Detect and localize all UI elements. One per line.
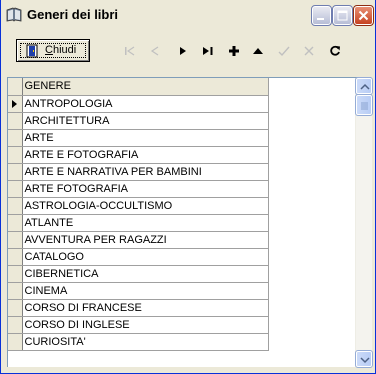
maximize-icon [337, 10, 348, 21]
table-row[interactable]: ANTROPOLOGIA [8, 95, 269, 113]
genre-cell[interactable]: CATALOGO [22, 248, 269, 266]
table-row[interactable]: ASTROLOGIA-OCCULTISMO [8, 197, 269, 215]
table-row[interactable]: CORSO DI FRANCESE [8, 299, 269, 317]
current-row-pointer-icon [12, 99, 17, 108]
table-row[interactable]: AVVENTURA PER RAGAZZI [8, 231, 269, 249]
genre-cell[interactable]: ARCHITETTURA [22, 112, 269, 130]
chiudi-button[interactable]: Chiudi [16, 39, 90, 62]
genre-cell[interactable]: CORSO DI INGLESE [22, 316, 269, 334]
genre-cell[interactable]: CORSO DI FRANCESE [22, 299, 269, 317]
genre-cell[interactable]: ARTE FOTOGRAFIA [22, 180, 269, 198]
scroll-up-button[interactable] [355, 77, 373, 95]
delete-record-icon[interactable] [252, 45, 264, 57]
genre-cell[interactable]: ANTROPOLOGIA [22, 95, 269, 113]
row-selector[interactable] [8, 316, 23, 334]
row-selector[interactable] [8, 231, 23, 249]
close-icon [358, 10, 369, 21]
add-record-icon[interactable] [228, 45, 240, 57]
chiudi-label: Chiudi [45, 44, 77, 56]
exit-door-icon [26, 44, 38, 58]
last-record-icon[interactable] [202, 45, 214, 57]
genre-cell[interactable]: ARTE E FOTOGRAFIA [22, 146, 269, 164]
refresh-icon[interactable] [329, 45, 341, 57]
table-row[interactable]: CORSO DI INGLESE [8, 316, 269, 334]
arrow-up-icon [360, 83, 370, 90]
previous-record-icon[interactable] [149, 45, 161, 57]
table-row[interactable]: ARTE [8, 129, 269, 147]
cancel-edit-icon[interactable] [303, 45, 315, 57]
table-row[interactable]: CURIOSITA' [8, 333, 269, 351]
arrow-down-icon [360, 357, 370, 364]
genre-cell[interactable]: ARTE E NARRATIVA PER BAMBINI [22, 163, 269, 181]
row-selector[interactable] [8, 129, 23, 147]
table-row[interactable]: ARTE E NARRATIVA PER BAMBINI [8, 163, 269, 181]
genre-cell[interactable]: CURIOSITA' [22, 333, 269, 351]
scrollbar-thumb[interactable] [355, 94, 373, 116]
row-selector[interactable] [8, 299, 23, 317]
genre-cell[interactable]: ASTROLOGIA-OCCULTISMO [22, 197, 269, 215]
title-bar[interactable]: Generi dei libri [1, 0, 375, 30]
row-selector[interactable] [8, 146, 23, 164]
row-selector[interactable] [8, 282, 23, 300]
row-selector[interactable] [8, 197, 23, 215]
book-icon [6, 7, 22, 22]
table-row[interactable]: CATALOGO [8, 248, 269, 266]
table-row[interactable]: CINEMA [8, 282, 269, 300]
genre-cell[interactable]: ARTE [22, 129, 269, 147]
grip-icon [361, 102, 368, 110]
table-row[interactable]: ATLANTE [8, 214, 269, 232]
header-row: GENERE [8, 78, 269, 96]
row-selector[interactable] [8, 333, 23, 351]
scroll-down-button[interactable] [355, 350, 373, 368]
genre-cell[interactable]: AVVENTURA PER RAGAZZI [22, 231, 269, 249]
close-window-button[interactable] [353, 5, 374, 26]
row-selector[interactable] [8, 112, 23, 130]
vertical-scrollbar[interactable] [355, 77, 373, 368]
window: Generi dei libri Chiudi GENERE ANTROPOLO… [0, 0, 376, 374]
genre-table: GENERE ANTROPOLOGIA ARCHITETTURA ARTE ARTE … [8, 78, 269, 351]
genre-cell[interactable]: CINEMA [22, 282, 269, 300]
table-row[interactable]: ARTE FOTOGRAFIA [8, 180, 269, 198]
row-selector[interactable] [8, 180, 23, 198]
minimize-icon [317, 18, 324, 20]
row-selector[interactable] [8, 163, 23, 181]
header-selector-cell [8, 78, 23, 96]
genre-cell[interactable]: ATLANTE [22, 214, 269, 232]
minimize-button[interactable] [311, 5, 332, 26]
first-record-icon[interactable] [124, 45, 136, 57]
next-record-icon[interactable] [177, 45, 189, 57]
row-selector[interactable] [8, 95, 23, 113]
row-selector[interactable] [8, 214, 23, 232]
genre-cell[interactable]: CIBERNETICA [22, 265, 269, 283]
row-selector[interactable] [8, 248, 23, 266]
column-header-genere[interactable]: GENERE [22, 78, 269, 96]
maximize-button[interactable] [332, 5, 353, 26]
table-row[interactable]: CIBERNETICA [8, 265, 269, 283]
row-selector[interactable] [8, 265, 23, 283]
toolbar: Chiudi [7, 35, 371, 67]
table-row[interactable]: ARCHITETTURA [8, 112, 269, 130]
genre-grid[interactable]: GENERE ANTROPOLOGIA ARCHITETTURA ARTE ARTE … [7, 77, 373, 368]
table-row[interactable]: ARTE E FOTOGRAFIA [8, 146, 269, 164]
confirm-edit-icon[interactable] [278, 45, 290, 57]
window-title: Generi dei libri [27, 7, 119, 22]
